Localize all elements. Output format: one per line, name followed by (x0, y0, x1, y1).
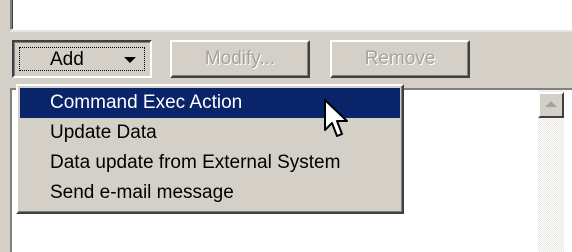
add-button-label: Add (50, 49, 84, 70)
top-listbox[interactable] (10, 0, 572, 30)
menu-item-data-update-external[interactable]: Data update from External System (20, 148, 400, 178)
top-listbox-edge (10, 30, 572, 32)
scroll-up-arrow-icon (545, 101, 557, 107)
add-dropdown-button[interactable]: Add (12, 40, 152, 78)
modify-button[interactable]: Modify... (170, 40, 310, 78)
remove-button[interactable]: Remove (330, 40, 470, 78)
modify-button-label: Modify... (204, 48, 276, 69)
menu-item-send-email[interactable]: Send e-mail message (20, 178, 400, 208)
remove-button-label: Remove (364, 48, 436, 69)
mouse-pointer-icon (324, 99, 348, 137)
chevron-down-icon (124, 57, 136, 63)
scroll-up-button[interactable] (538, 92, 564, 118)
